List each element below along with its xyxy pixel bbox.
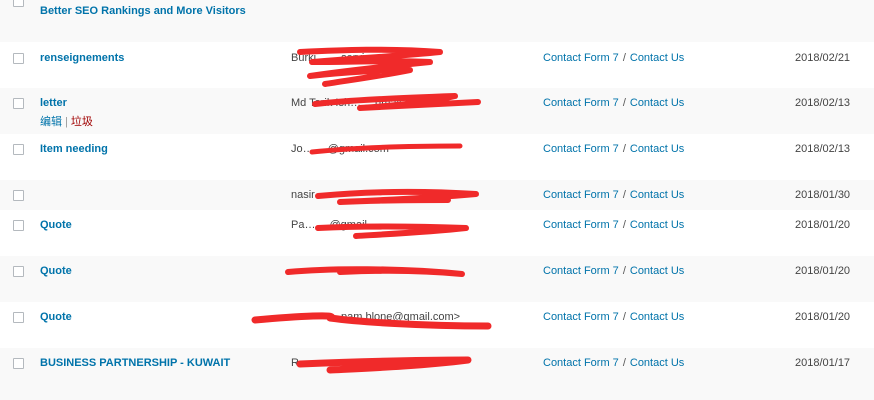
message-from: R… …m>	[291, 357, 340, 369]
trash-link[interactable]: 垃圾	[71, 116, 93, 128]
row-checkbox[interactable]	[13, 0, 24, 7]
row-checkbox[interactable]	[13, 266, 24, 277]
message-date: 2018/02/21	[795, 52, 851, 64]
message-date: 2018/01/17	[795, 357, 851, 369]
form-page-link[interactable]: Contact Us	[630, 97, 684, 109]
table-row: renseignements Burki… …services Contact …	[0, 42, 874, 88]
messages-table: Better SEO Rankings and More Visitors re…	[0, 0, 874, 400]
message-from: Burki… …services	[291, 52, 382, 64]
message-from: Jo… …@gmail.com	[291, 143, 389, 155]
message-date: 2018/01/20	[795, 219, 851, 231]
message-from: Pa… …@gmail	[291, 219, 367, 231]
form-page-link[interactable]: Contact Us	[630, 52, 684, 64]
form-name-link[interactable]: Contact Form 7	[543, 357, 619, 369]
message-subject-link[interactable]: Better SEO Rankings and More Visitors	[40, 5, 246, 17]
table-row: Quote Pa… …@gmail Contact Form 7/Contact…	[0, 210, 874, 256]
form-name-link[interactable]: Contact Form 7	[543, 52, 619, 64]
message-subject-link[interactable]: letter	[40, 97, 67, 109]
table-row: Quote Contact Form 7/Contact Us 2018/01/…	[0, 256, 874, 302]
form-page-link[interactable]: Contact Us	[630, 311, 684, 323]
row-checkbox[interactable]	[13, 144, 24, 155]
form-name-link[interactable]: Contact Form 7	[543, 311, 619, 323]
message-channel: Contact Form 7/Contact Us	[543, 143, 685, 155]
form-page-link[interactable]: Contact Us	[630, 143, 684, 155]
form-page-link[interactable]: Contact Us	[630, 219, 684, 231]
form-page-link[interactable]: Contact Us	[630, 357, 684, 369]
row-checkbox[interactable]	[13, 190, 24, 201]
message-from: nasir	[291, 189, 315, 201]
row-checkbox[interactable]	[13, 220, 24, 231]
message-date: 2018/01/20	[795, 311, 851, 323]
message-from: …pam.blone@gmail.com>	[330, 311, 461, 323]
form-name-link[interactable]: Contact Form 7	[543, 189, 619, 201]
form-page-link[interactable]: Contact Us	[630, 189, 684, 201]
table-row: Quote …pam.blone@gmail.com> Contact Form…	[0, 302, 874, 348]
message-from: Md Tarik Ish… …gmail.com>	[291, 97, 432, 109]
row-checkbox[interactable]	[13, 98, 24, 109]
message-date: 2018/02/13	[795, 97, 851, 109]
message-channel: Contact Form 7/Contact Us	[543, 311, 685, 323]
table-row: nasir Contact Form 7/Contact Us 2018/01/…	[0, 180, 874, 210]
form-name-link[interactable]: Contact Form 7	[543, 97, 619, 109]
message-channel: Contact Form 7/Contact Us	[543, 219, 685, 231]
table-row: letter 编辑 | 垃圾 Md Tarik Ish… …gmail.com> C…	[0, 88, 874, 134]
table-row: Better SEO Rankings and More Visitors	[0, 0, 874, 42]
form-page-link[interactable]: Contact Us	[630, 265, 684, 277]
form-name-link[interactable]: Contact Form 7	[543, 265, 619, 277]
row-actions: 编辑 | 垃圾	[40, 116, 93, 128]
message-subject-link[interactable]: Quote	[40, 219, 72, 231]
message-subject-link[interactable]: Quote	[40, 265, 72, 277]
form-name-link[interactable]: Contact Form 7	[543, 219, 619, 231]
form-name-link[interactable]: Contact Form 7	[543, 143, 619, 155]
message-date: 2018/02/13	[795, 143, 851, 155]
row-checkbox[interactable]	[13, 53, 24, 64]
message-subject-link[interactable]: renseignements	[40, 52, 124, 64]
message-subject-link[interactable]: Item needing	[40, 143, 108, 155]
message-date: 2018/01/30	[795, 189, 851, 201]
message-channel: Contact Form 7/Contact Us	[543, 189, 685, 201]
edit-link[interactable]: 编辑	[40, 116, 62, 128]
message-subject-link[interactable]: BUSINESS PARTNERSHIP - KUWAIT	[40, 357, 230, 369]
message-subject-link[interactable]: Quote	[40, 311, 72, 323]
message-channel: Contact Form 7/Contact Us	[543, 97, 685, 109]
message-channel: Contact Form 7/Contact Us	[543, 357, 685, 369]
message-date: 2018/01/20	[795, 265, 851, 277]
message-channel: Contact Form 7/Contact Us	[543, 265, 685, 277]
table-row: Item needing Jo… …@gmail.com Contact For…	[0, 134, 874, 180]
message-channel: Contact Form 7/Contact Us	[543, 52, 685, 64]
row-checkbox[interactable]	[13, 312, 24, 323]
table-row: BUSINESS PARTNERSHIP - KUWAIT R… …m> Con…	[0, 348, 874, 400]
row-checkbox[interactable]	[13, 358, 24, 369]
